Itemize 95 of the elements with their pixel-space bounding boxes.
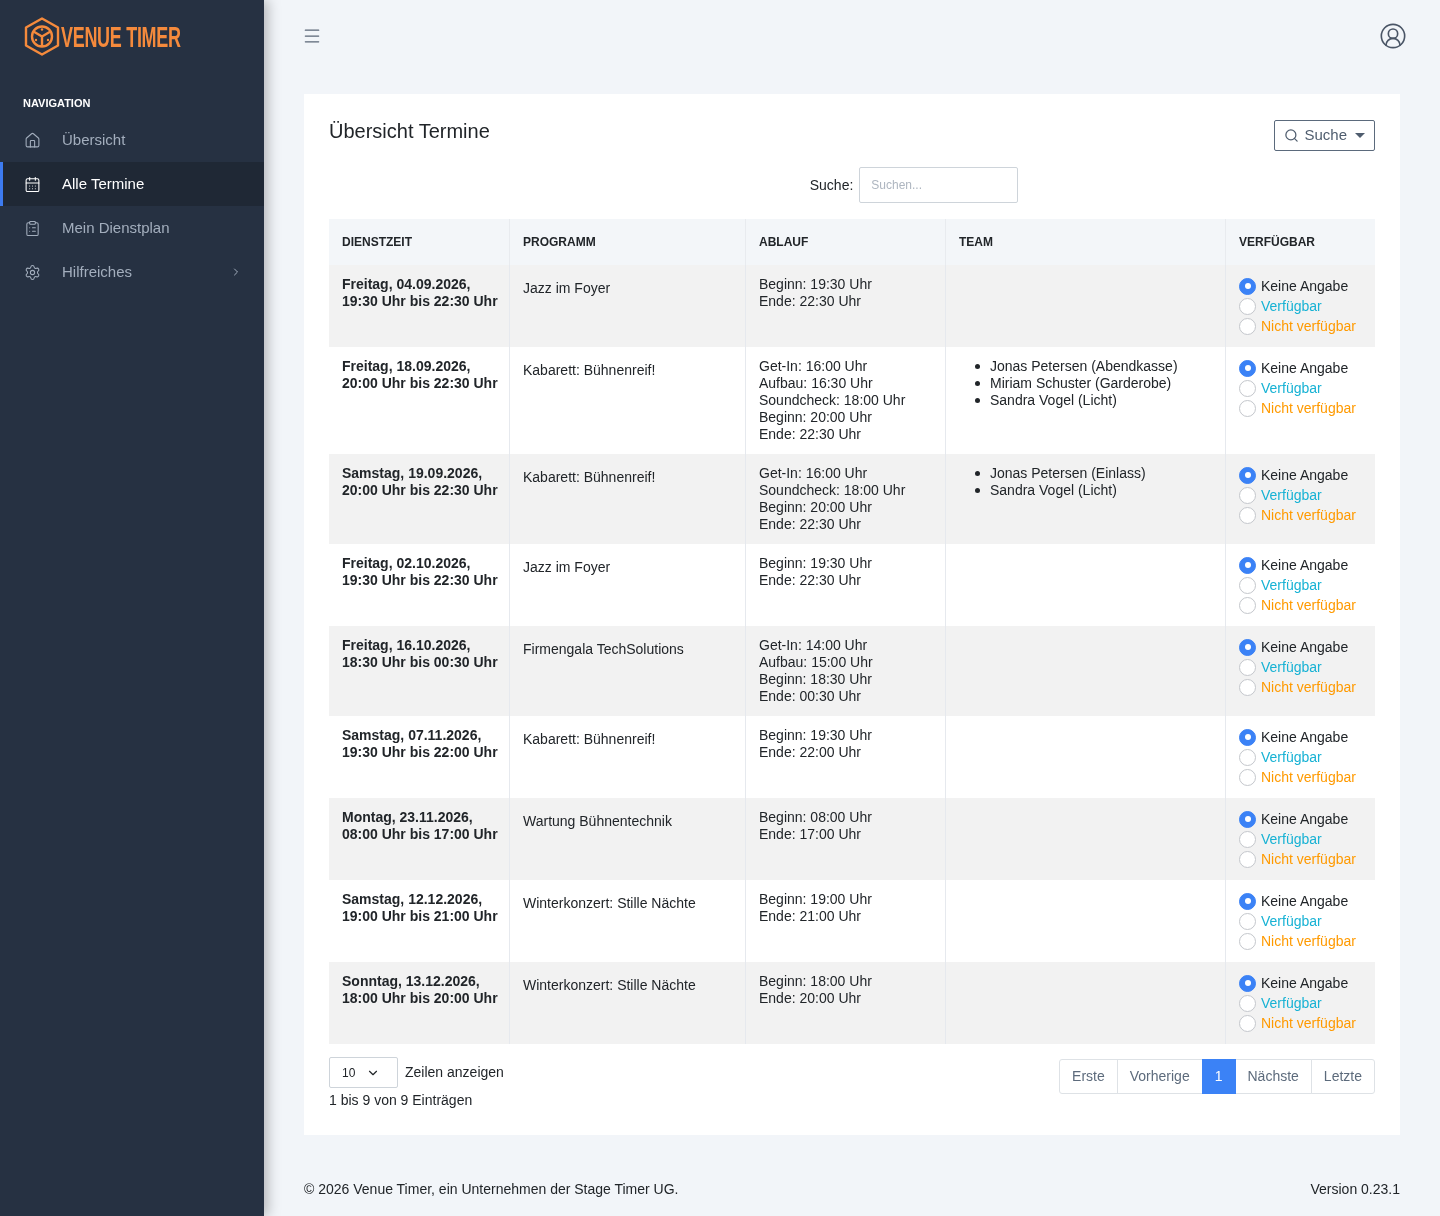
shift-time: Freitag, 16.10.2026, 18:30 Uhr bis 00:30 Uhr xyxy=(342,637,499,671)
pagination-button[interactable]: Nächste xyxy=(1234,1059,1312,1094)
schedule-entry: Beginn: 18:30 Uhr xyxy=(759,671,872,688)
caret-down-icon xyxy=(1355,133,1365,138)
schedule-entry: Ende: 22:30 Uhr xyxy=(759,293,861,310)
copyright-text: © 2026 Venue Timer, ein Unternehmen der Stage Timer UG. xyxy=(304,1181,679,1198)
search-button[interactable]: Suche xyxy=(1274,120,1375,151)
column-header: VERFÜGBAR xyxy=(1239,234,1315,251)
shift-time: Samstag, 12.12.2026, 19:00 Uhr bis 21:00 Uhr xyxy=(342,891,499,925)
program-name: Kabarett: Bühnenreif! xyxy=(523,362,656,378)
nav-section-label: NAVIGATION xyxy=(22,96,91,111)
search-field[interactable]: Suchen... xyxy=(859,167,1019,203)
schedule-entry: Beginn: 19:00 Uhr xyxy=(759,891,872,908)
schedule-entry: Ende: 20:00 Uhr xyxy=(759,990,861,1007)
schedule-entry: Beginn: 19:30 Uhr xyxy=(759,727,872,744)
nav-item[interactable]: Hilfreiches xyxy=(0,250,264,294)
column-header: DIENSTZEIT xyxy=(342,234,412,251)
clipboard-icon xyxy=(24,219,41,237)
logo-icon xyxy=(24,17,60,56)
column-header: ABLAUF xyxy=(759,234,809,251)
schedule-entry: Aufbau: 16:30 Uhr xyxy=(759,375,873,392)
program-name: Jazz im Foyer xyxy=(523,559,611,575)
column-header: TEAM xyxy=(959,234,993,251)
schedule-entry: Ende: 17:00 Uhr xyxy=(759,826,861,843)
settings-icon xyxy=(24,263,41,281)
nav-item[interactable]: Mein Dienstplan xyxy=(0,206,264,250)
team-member: Jonas Petersen (Einlass) xyxy=(990,465,1146,482)
bullet-icon xyxy=(975,364,980,369)
page-size-select[interactable]: 10 xyxy=(329,1057,398,1088)
schedule-entry: Soundcheck: 18:00 Uhr xyxy=(759,392,906,409)
pagination-button[interactable]: Vorherige xyxy=(1116,1059,1203,1094)
search-icon xyxy=(1284,128,1300,143)
entries-info: 1 bis 9 von 9 Einträgen xyxy=(329,1092,473,1109)
schedule-entry: Ende: 21:00 Uhr xyxy=(759,908,861,925)
version-text: Version 0.23.1 xyxy=(1310,1181,1400,1198)
shift-time: Samstag, 07.11.2026, 19:30 Uhr bis 22:00 Uhr xyxy=(342,727,499,761)
schedule-entry: Soundcheck: 18:00 Uhr xyxy=(759,482,906,499)
nav-item[interactable]: Übersicht xyxy=(0,118,264,162)
schedule-entry: Ende: 22:30 Uhr xyxy=(759,516,861,533)
schedule-entry: Ende: 22:00 Uhr xyxy=(759,744,861,761)
schedule-entry: Ende: 00:30 Uhr xyxy=(759,688,861,705)
page-title: Übersicht Termine xyxy=(329,119,490,143)
schedule-entry: Aufbau: 15:00 Uhr xyxy=(759,654,873,671)
shift-time: Montag, 23.11.2026, 08:00 Uhr bis 17:00 Uhr xyxy=(342,809,499,843)
availability-option[interactable]: Keine Angabe xyxy=(1239,276,1349,296)
program-name: Jazz im Foyer xyxy=(523,280,611,296)
bullet-icon xyxy=(975,381,980,386)
team-member: Miriam Schuster (Garderobe) xyxy=(990,375,1172,392)
program-name: Kabarett: Bühnenreif! xyxy=(523,469,656,485)
schedule-entry: Beginn: 19:30 Uhr xyxy=(759,555,872,572)
program-name: Winterkonzert: Stille Nächte xyxy=(523,895,696,911)
availability-option[interactable]: Keine Angabe xyxy=(1239,465,1349,485)
schedule-entry: Beginn: 08:00 Uhr xyxy=(759,809,872,826)
shift-time: Freitag, 02.10.2026, 19:30 Uhr bis 22:30 Uhr xyxy=(342,555,499,589)
bullet-icon xyxy=(975,398,980,403)
schedule-entry: Get-In: 16:00 Uhr xyxy=(759,358,868,375)
team-member: Sandra Vogel (Licht) xyxy=(990,482,1117,499)
schedule-entry: Beginn: 19:30 Uhr xyxy=(759,276,872,293)
availability-option[interactable]: Keine Angabe xyxy=(1239,555,1349,575)
schedule-entry: Ende: 22:30 Uhr xyxy=(759,426,861,443)
availability-option[interactable]: Keine Angabe xyxy=(1239,973,1349,993)
column-header: PROGRAMM xyxy=(523,234,596,251)
shift-time: Sonntag, 13.12.2026, 18:00 Uhr bis 20:00 Uhr xyxy=(342,973,499,1007)
pagination-button[interactable]: 1 xyxy=(1201,1059,1236,1094)
pagination-button[interactable]: Erste xyxy=(1059,1059,1118,1094)
team-member: Jonas Petersen (Abendkasse) xyxy=(990,358,1178,375)
schedule-entry: Beginn: 20:00 Uhr xyxy=(759,499,872,516)
availability-option[interactable]: Keine Angabe xyxy=(1239,358,1349,378)
nav-item[interactable]: Alle Termine xyxy=(0,162,264,206)
bullet-icon xyxy=(975,488,980,493)
program-name: Kabarett: Bühnenreif! xyxy=(523,731,656,747)
shift-time: Freitag, 18.09.2026, 20:00 Uhr bis 22:30 Uhr xyxy=(342,358,499,392)
search-label: Suche: xyxy=(809,175,854,195)
logo-text: VENUE TIMER xyxy=(61,21,181,52)
availability-option[interactable]: Keine Angabe xyxy=(1239,727,1349,747)
home-icon xyxy=(24,131,41,149)
availability-option[interactable]: Keine Angabe xyxy=(1239,891,1349,911)
team-member: Sandra Vogel (Licht) xyxy=(990,392,1117,409)
program-name: Firmengala TechSolutions xyxy=(523,641,684,657)
availability-option[interactable]: Keine Angabe xyxy=(1239,637,1349,657)
shift-time: Samstag, 19.09.2026, 20:00 Uhr bis 22:30 Uhr xyxy=(342,465,499,499)
schedule-entry: Ende: 22:30 Uhr xyxy=(759,572,861,589)
schedule-entry: Get-In: 14:00 Uhr xyxy=(759,637,868,654)
program-name: Wartung Bühnentechnik xyxy=(523,813,672,829)
user-icon[interactable] xyxy=(1379,22,1407,50)
schedule-entry: Get-In: 16:00 Uhr xyxy=(759,465,868,482)
calendar-icon xyxy=(24,175,41,193)
availability-option[interactable]: Keine Angabe xyxy=(1239,809,1349,829)
pagination-button[interactable]: Letzte xyxy=(1310,1059,1375,1094)
schedule-entry: Beginn: 18:00 Uhr xyxy=(759,973,872,990)
program-name: Winterkonzert: Stille Nächte xyxy=(523,977,696,993)
bullet-icon xyxy=(975,471,980,476)
schedule-entry: Beginn: 20:00 Uhr xyxy=(759,409,872,426)
shift-time: Freitag, 04.09.2026, 19:30 Uhr bis 22:30 Uhr xyxy=(342,276,499,310)
page-size-label: Zeilen anzeigen xyxy=(405,1063,504,1082)
